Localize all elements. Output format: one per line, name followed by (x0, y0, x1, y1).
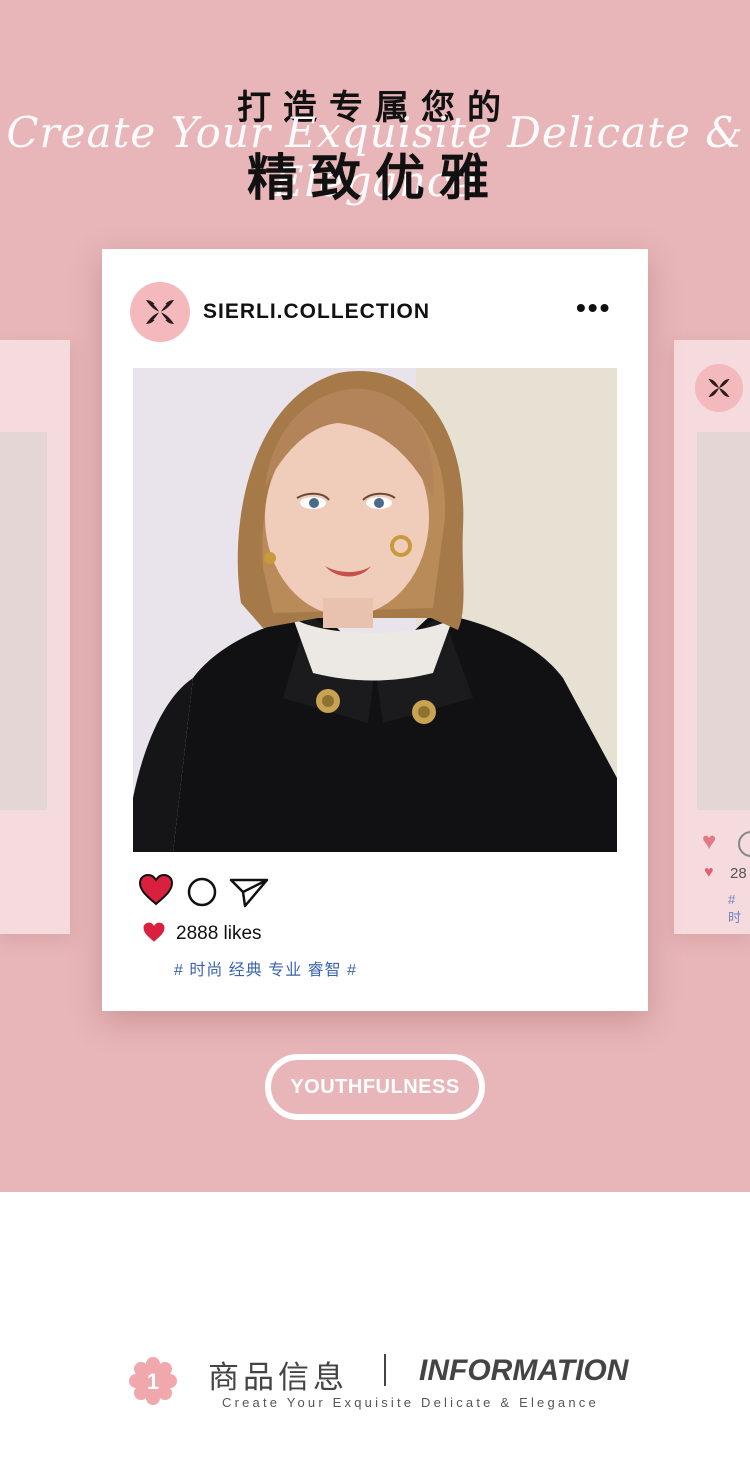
comment-icon[interactable] (187, 877, 217, 912)
account-name[interactable]: SIERLI.COLLECTION (203, 300, 430, 324)
flower-icon: 1 (128, 1356, 178, 1411)
section-number: 1 (147, 1369, 159, 1394)
section-title-en: INFORMATION (419, 1354, 629, 1387)
send-icon[interactable] (229, 876, 269, 913)
hashtags: # 时 (728, 892, 742, 925)
comment-icon[interactable] (738, 831, 750, 857)
side-card-left[interactable] (0, 340, 70, 934)
post-photo (133, 368, 617, 852)
side-card-photo (0, 432, 47, 810)
post-card: SIERLI.COLLECTION ••• 2888 likes # 时尚 经典… (102, 249, 648, 1011)
side-card-right[interactable]: ♥ ♥ 28 # 时 (674, 340, 750, 934)
hashtags[interactable]: # 时尚 经典 专业 睿智 # (174, 956, 357, 980)
section-title-cn: 商品信息 (208, 1360, 348, 1396)
heart-icon (142, 922, 166, 948)
title-divider (384, 1354, 386, 1386)
heart-icon: ♥ (704, 864, 714, 881)
logo-icon[interactable] (130, 282, 190, 342)
youthfulness-badge: YOUTHFULNESS (265, 1054, 485, 1120)
badge-label: YOUTHFULNESS (290, 1075, 460, 1098)
likes-count: 2888 likes (176, 923, 262, 944)
likes-count: 28 (730, 865, 747, 882)
heart-icon[interactable]: ♥ (702, 828, 716, 856)
side-card-photo (697, 432, 750, 810)
page: 打造专属您的 Create Your Exquisite Delicate & … (0, 0, 750, 1461)
logo-icon (695, 364, 743, 412)
heart-icon[interactable] (138, 873, 174, 911)
section-subtitle: Create Your Exquisite Delicate & Eleganc… (222, 1395, 599, 1410)
more-icon[interactable]: ••• (576, 294, 611, 322)
headline-main: 精致优雅 (247, 149, 503, 207)
hero-section: 打造专属您的 Create Your Exquisite Delicate & … (0, 0, 750, 1192)
